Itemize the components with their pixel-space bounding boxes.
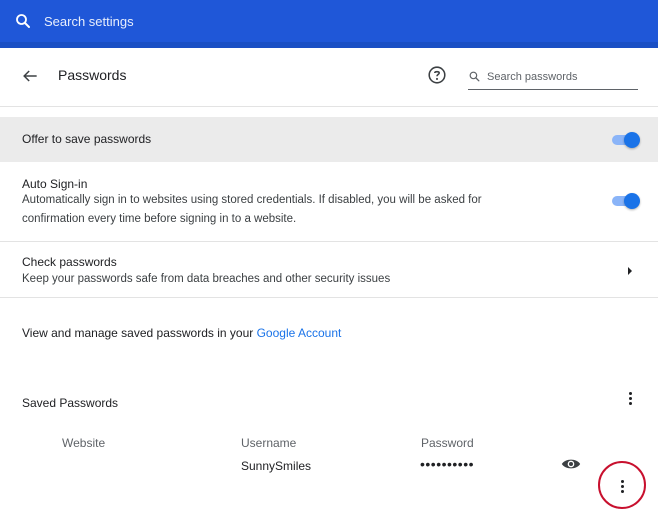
toggle-knob — [624, 132, 640, 148]
offer-to-save-row[interactable]: Offer to save passwords — [0, 117, 658, 162]
saved-passwords-title: Saved Passwords — [22, 396, 119, 410]
offer-to-save-label: Offer to save passwords — [22, 132, 152, 146]
saved-passwords-more-icon[interactable] — [626, 391, 634, 407]
toggle-knob — [624, 193, 640, 209]
search-icon — [16, 14, 30, 28]
password-search-input[interactable] — [487, 70, 627, 83]
settings-search-field[interactable]: Search settings — [0, 0, 658, 42]
column-header-website: Website — [62, 436, 106, 450]
help-circle-icon[interactable] — [426, 64, 448, 86]
password-search-box[interactable] — [468, 64, 638, 90]
page-title: Passwords — [58, 67, 127, 83]
offer-to-save-toggle[interactable] — [610, 132, 640, 148]
manage-passwords-text: View and manage saved passwords in your … — [22, 326, 341, 340]
search-icon — [469, 71, 480, 82]
row-divider — [0, 297, 658, 298]
google-account-link[interactable]: Google Account — [257, 326, 342, 340]
auto-signin-label: Auto Sign-in — [22, 177, 88, 191]
eye-icon[interactable] — [561, 457, 581, 471]
auto-signin-description: Automatically sign in to websites using … — [22, 194, 482, 206]
check-passwords-label: Check passwords — [22, 255, 117, 269]
auto-signin-description-cont: confirmation every time before signing i… — [22, 213, 297, 225]
check-passwords-description: Keep your passwords safe from data breac… — [22, 273, 391, 285]
header-divider — [0, 106, 658, 107]
row-password-masked: •••••••••• — [420, 456, 475, 472]
manage-passwords-prefix: View and manage saved passwords in your — [22, 326, 257, 340]
arrow-left-icon[interactable] — [20, 66, 40, 86]
settings-search-bar: Search settings — [0, 0, 658, 48]
row-username: SunnySmiles — [241, 459, 312, 473]
highlight-annotation-circle — [598, 461, 646, 509]
auto-signin-toggle[interactable] — [610, 193, 640, 209]
settings-search-placeholder: Search settings — [44, 13, 134, 29]
row-divider — [0, 241, 658, 242]
column-header-password: Password — [421, 436, 474, 450]
chevron-right-icon[interactable] — [626, 266, 634, 276]
passwords-header: Passwords — [0, 52, 658, 100]
column-header-username: Username — [241, 436, 297, 450]
